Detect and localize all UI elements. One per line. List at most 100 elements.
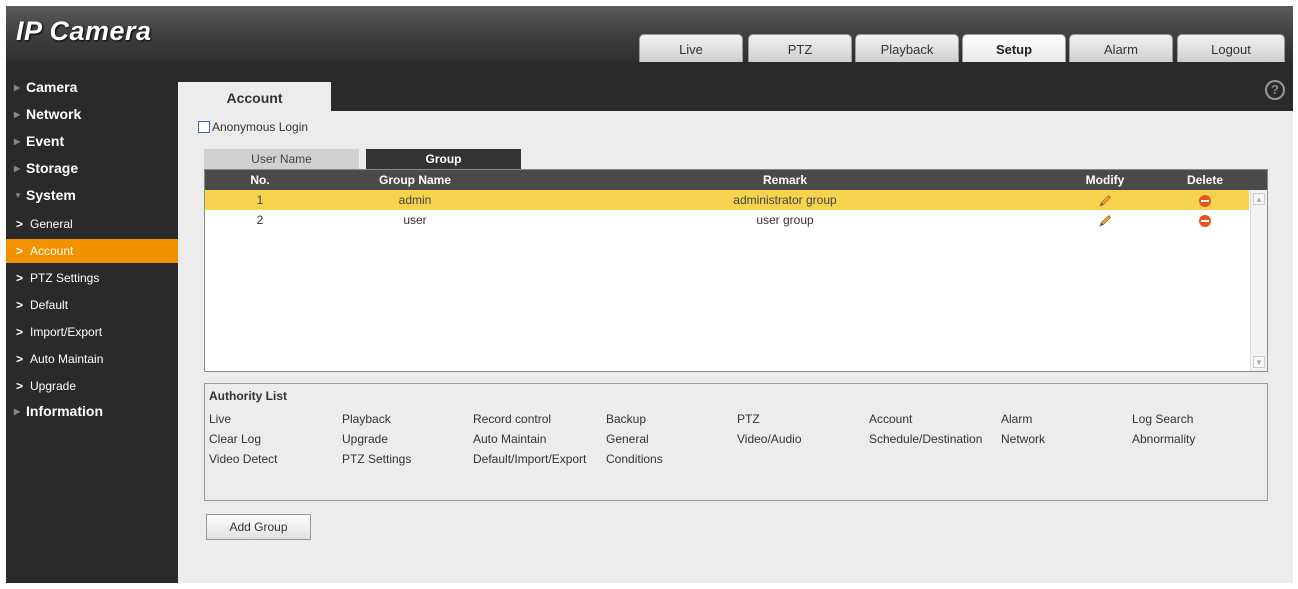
logo: IP Camera xyxy=(16,16,152,46)
col-header-remark: Remark xyxy=(762,173,808,187)
sidebar-subitem-label: PTZ Settings xyxy=(30,271,100,285)
group-table: No. Group Name Remark Modify Delete 1 ad… xyxy=(204,169,1268,372)
nav-tab-live[interactable]: Live xyxy=(639,34,743,62)
sidebar-item-label: Camera xyxy=(26,79,78,95)
table-row[interactable]: 1 admin administrator group xyxy=(205,190,1249,210)
delete-cell xyxy=(1165,190,1245,210)
help-icon[interactable]: ? xyxy=(1265,80,1285,100)
sidebar-subitem-import-export[interactable]: > Import/Export xyxy=(6,319,178,346)
sidebar-subitem-label: Auto Maintain xyxy=(30,352,104,366)
cell-group-name: admin xyxy=(398,193,432,207)
sidebar-subitem-label: Account xyxy=(30,244,74,258)
nav-tab-logout[interactable]: Logout xyxy=(1177,34,1285,62)
scroll-up-icon[interactable]: ▲ xyxy=(1253,193,1265,205)
col-header-delete: Delete xyxy=(1186,173,1224,187)
anonymous-login-checkbox[interactable] xyxy=(198,121,210,133)
chevron-right-icon: > xyxy=(16,325,24,339)
nav-tab-alarm[interactable]: Alarm xyxy=(1069,34,1173,62)
sidebar-item-label: Event xyxy=(26,133,65,149)
nav-tab-playback[interactable]: Playback xyxy=(855,34,959,62)
chevron-right-icon: > xyxy=(16,352,24,366)
authority-item: PTZ Settings xyxy=(342,452,412,466)
sidebar-item-event[interactable]: ▶ Event xyxy=(6,130,178,157)
collapsed-arrow-icon: ▶ xyxy=(14,110,21,119)
sidebar-subitem-label: Default xyxy=(30,298,69,312)
authority-item: Clear Log xyxy=(209,432,262,446)
sidebar-item-label: Storage xyxy=(26,160,79,176)
authority-item: Abnormality xyxy=(1132,432,1196,446)
sidebar-subitem-label: Upgrade xyxy=(30,379,77,393)
sidebar-subitem-auto-maintain[interactable]: > Auto Maintain xyxy=(6,346,178,373)
authority-list-title: Authority List xyxy=(209,389,287,403)
col-header-modify: Modify xyxy=(1085,173,1125,187)
sidebar-item-storage[interactable]: ▶ Storage xyxy=(6,157,178,184)
sidebar: ▶ Camera ▶ Network ▶ Event ▶ Storage ▼ System… xyxy=(6,76,178,427)
sidebar-subitem-account[interactable]: > Account xyxy=(6,239,178,263)
table-row[interactable]: 2 user user group xyxy=(205,210,1249,230)
sidebar-subitem-label: Import/Export xyxy=(30,325,103,339)
sidebar-subitem-general[interactable]: > General xyxy=(6,211,178,238)
authority-item: Live xyxy=(209,412,232,426)
sidebar-item-label: Network xyxy=(26,106,82,122)
nav-tab-ptz[interactable]: PTZ xyxy=(748,34,852,62)
nav-tab-setup[interactable]: Setup xyxy=(962,34,1066,62)
authority-item: General xyxy=(606,432,649,446)
chevron-right-icon: > xyxy=(16,298,24,312)
authority-item: Upgrade xyxy=(342,432,389,446)
header: IP Camera Live PTZ Playback Setup Alarm … xyxy=(6,6,1293,62)
sidebar-item-network[interactable]: ▶ Network xyxy=(6,103,178,130)
content-panel: Account ? Anonymous Login User Name Grou… xyxy=(178,76,1293,583)
authority-item: Alarm xyxy=(1001,412,1033,426)
authority-item: Record control xyxy=(473,412,552,426)
anonymous-login-label: Anonymous Login xyxy=(212,120,309,134)
chevron-right-icon: > xyxy=(16,379,24,393)
tab-group[interactable]: Group xyxy=(366,149,521,169)
modify-cell xyxy=(1065,190,1145,210)
content-tabbar: Account ? xyxy=(178,76,1293,111)
table-scrollbar[interactable]: ▲ ▼ xyxy=(1250,190,1267,371)
col-header-group-name: Group Name xyxy=(378,173,451,187)
authority-item: Video/Audio xyxy=(737,432,802,446)
cell-remark: administrator group xyxy=(733,193,837,207)
chevron-right-icon: > xyxy=(16,217,24,231)
sidebar-subitem-ptz-settings[interactable]: > PTZ Settings xyxy=(6,265,178,292)
pencil-icon[interactable] xyxy=(1097,213,1113,229)
authority-list: Authority List Live Playback Record cont… xyxy=(204,383,1268,501)
authority-item: Video Detect xyxy=(209,452,278,466)
add-group-button[interactable]: Add Group xyxy=(206,514,311,540)
authority-item: Log Search xyxy=(1132,412,1194,426)
sidebar-item-camera[interactable]: ▶ Camera xyxy=(6,76,178,103)
anonymous-login: Anonymous Login xyxy=(198,120,308,134)
chevron-right-icon: > xyxy=(16,244,24,258)
authority-item: Network xyxy=(1001,432,1046,446)
sidebar-item-label: System xyxy=(26,187,76,203)
authority-item: Account xyxy=(869,412,913,426)
authority-item: Conditions xyxy=(606,452,663,466)
delete-icon[interactable] xyxy=(1199,214,1211,227)
tab-account[interactable]: Account xyxy=(178,82,331,111)
collapsed-arrow-icon: ▶ xyxy=(14,137,21,146)
collapsed-arrow-icon: ▶ xyxy=(14,407,21,416)
collapsed-arrow-icon: ▶ xyxy=(14,164,21,173)
sidebar-subitem-default[interactable]: > Default xyxy=(6,292,178,319)
tab-user-name[interactable]: User Name xyxy=(204,149,359,169)
cell-group-name: user xyxy=(403,213,427,227)
table-header: No. Group Name Remark Modify Delete xyxy=(205,170,1267,190)
authority-item: Playback xyxy=(342,412,391,426)
modify-cell xyxy=(1065,210,1145,230)
chevron-right-icon: > xyxy=(16,271,24,285)
cell-no: 2 xyxy=(256,213,264,227)
authority-item: Backup xyxy=(606,412,647,426)
sidebar-item-system[interactable]: ▼ System xyxy=(6,184,178,211)
sidebar-item-information[interactable]: ▶ Information xyxy=(6,400,178,427)
sidebar-item-label: Information xyxy=(26,403,103,419)
delete-icon[interactable] xyxy=(1199,194,1211,207)
collapsed-arrow-icon: ▶ xyxy=(14,83,21,92)
scroll-down-icon[interactable]: ▼ xyxy=(1253,356,1265,368)
pencil-icon[interactable] xyxy=(1097,193,1113,209)
authority-item: PTZ xyxy=(737,412,760,426)
app-frame: IP Camera Live PTZ Playback Setup Alarm … xyxy=(6,6,1293,583)
cell-remark: user group xyxy=(756,213,814,227)
sidebar-subitem-upgrade[interactable]: > Upgrade xyxy=(6,373,178,400)
cell-no: 1 xyxy=(256,193,264,207)
